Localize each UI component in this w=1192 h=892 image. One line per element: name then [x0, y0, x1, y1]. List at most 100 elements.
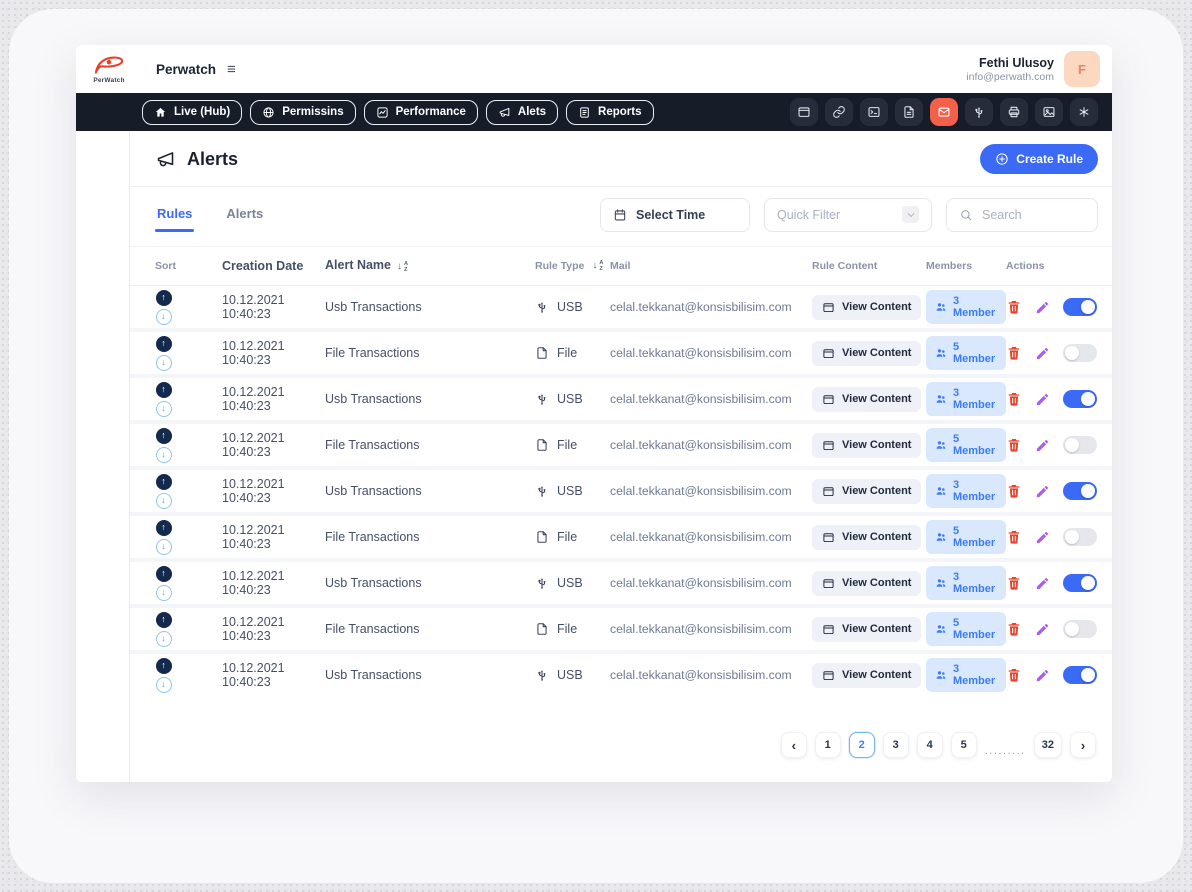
view-content-button[interactable]: View Content	[812, 341, 921, 366]
delete-button[interactable]	[1006, 575, 1022, 591]
navbar-button-window-icon[interactable]	[790, 98, 818, 126]
move-down-button[interactable]: ↓	[156, 493, 172, 509]
sort-az-icon[interactable]: ↓AZ	[592, 260, 603, 272]
delete-button[interactable]	[1006, 483, 1022, 499]
sort-az-icon[interactable]: ↓AZ	[397, 261, 408, 273]
move-down-button[interactable]: ↓	[156, 309, 172, 325]
delete-button[interactable]	[1006, 437, 1022, 453]
select-time-button[interactable]: Select Time	[600, 198, 750, 232]
members-badge[interactable]: 5 Member	[926, 336, 1006, 370]
menu-hamburger-icon[interactable]: ≡	[227, 62, 236, 77]
avatar[interactable]: F	[1064, 51, 1100, 87]
enable-toggle[interactable]	[1063, 620, 1097, 638]
delete-button[interactable]	[1006, 621, 1022, 637]
enable-toggle[interactable]	[1063, 666, 1097, 684]
move-down-button[interactable]: ↓	[156, 631, 172, 647]
view-content-button[interactable]: View Content	[812, 617, 921, 642]
search-input[interactable]	[982, 208, 1085, 222]
move-up-button[interactable]: ↑	[156, 336, 172, 352]
chevron-down-icon[interactable]	[902, 206, 919, 223]
move-up-button[interactable]: ↑	[156, 428, 172, 444]
navbar-tab-permissins[interactable]: Permissins	[250, 100, 355, 125]
delete-button[interactable]	[1006, 667, 1022, 683]
members-badge[interactable]: 3 Member	[926, 382, 1006, 416]
pagination-page-1[interactable]: 1	[815, 732, 841, 758]
search-field[interactable]	[946, 198, 1098, 232]
view-content-button[interactable]: View Content	[812, 525, 921, 550]
navbar-button-mail-icon[interactable]	[930, 98, 958, 126]
move-up-button[interactable]: ↑	[156, 290, 172, 306]
edit-button[interactable]	[1035, 622, 1050, 637]
create-rule-button[interactable]: Create Rule	[980, 144, 1098, 174]
view-content-button[interactable]: View Content	[812, 387, 921, 412]
move-up-button[interactable]: ↑	[156, 474, 172, 490]
pagination-page-32[interactable]: 32	[1034, 732, 1062, 758]
edit-button[interactable]	[1035, 576, 1050, 591]
move-down-button[interactable]: ↓	[156, 585, 172, 601]
members-badge[interactable]: 3 Member	[926, 474, 1006, 508]
members-badge[interactable]: 3 Member	[926, 566, 1006, 600]
move-down-button[interactable]: ↓	[156, 539, 172, 555]
navbar-button-image-icon[interactable]	[1035, 98, 1063, 126]
pagination-page-4[interactable]: 4	[917, 732, 943, 758]
pagination-page-5[interactable]: 5	[951, 732, 977, 758]
navbar-tab-performance[interactable]: Performance	[364, 100, 478, 125]
delete-button[interactable]	[1006, 299, 1022, 315]
view-content-button[interactable]: View Content	[812, 433, 921, 458]
edit-button[interactable]	[1035, 530, 1050, 545]
move-up-button[interactable]: ↑	[156, 520, 172, 536]
edit-button[interactable]	[1035, 300, 1050, 315]
members-badge[interactable]: 5 Member	[926, 612, 1006, 646]
tab-rules[interactable]: Rules	[155, 197, 194, 232]
move-down-button[interactable]: ↓	[156, 677, 172, 693]
pagination-next-button[interactable]: ›	[1070, 732, 1096, 758]
navbar-tab-reports[interactable]: Reports	[566, 100, 653, 125]
members-badge[interactable]: 3 Member	[926, 658, 1006, 692]
navbar-button-file-text-icon[interactable]	[895, 98, 923, 126]
enable-toggle[interactable]	[1063, 344, 1097, 362]
delete-button[interactable]	[1006, 345, 1022, 361]
navbar-button-terminal-icon[interactable]	[860, 98, 888, 126]
members-badge[interactable]: 3 Member	[926, 290, 1006, 324]
edit-button[interactable]	[1035, 484, 1050, 499]
enable-toggle[interactable]	[1063, 528, 1097, 546]
move-down-button[interactable]: ↓	[156, 447, 172, 463]
view-content-button[interactable]: View Content	[812, 479, 921, 504]
enable-toggle[interactable]	[1063, 390, 1097, 408]
members-badge[interactable]: 5 Member	[926, 520, 1006, 554]
navbar-tab-live-hub[interactable]: Live (Hub)	[142, 100, 242, 125]
enable-toggle[interactable]	[1063, 436, 1097, 454]
edit-button[interactable]	[1035, 438, 1050, 453]
move-down-button[interactable]: ↓	[156, 355, 172, 371]
edit-button[interactable]	[1035, 346, 1050, 361]
pagination-page-3[interactable]: 3	[883, 732, 909, 758]
navbar-tab-alets[interactable]: Alets	[486, 100, 558, 125]
move-up-button[interactable]: ↑	[156, 612, 172, 628]
quick-filter-select[interactable]: Quick Filter	[764, 198, 932, 232]
navbar-button-asterisk-icon[interactable]	[1070, 98, 1098, 126]
move-up-button[interactable]: ↑	[156, 382, 172, 398]
view-content-button[interactable]: View Content	[812, 295, 921, 320]
enable-toggle[interactable]	[1063, 298, 1097, 316]
move-down-button[interactable]: ↓	[156, 401, 172, 417]
move-up-button[interactable]: ↑	[156, 566, 172, 582]
view-content-button[interactable]: View Content	[812, 571, 921, 596]
delete-button[interactable]	[1006, 529, 1022, 545]
navbar-button-usb-icon[interactable]	[965, 98, 993, 126]
view-content-button[interactable]: View Content	[812, 663, 921, 688]
pagination-prev-button[interactable]: ‹	[781, 732, 807, 758]
delete-button[interactable]	[1006, 391, 1022, 407]
enable-toggle[interactable]	[1063, 574, 1097, 592]
navbar-button-link-icon[interactable]	[825, 98, 853, 126]
edit-button[interactable]	[1035, 392, 1050, 407]
pagination-page-2[interactable]: 2	[849, 732, 875, 758]
members-badge[interactable]: 5 Member	[926, 428, 1006, 462]
navbar-button-printer-icon[interactable]	[1000, 98, 1028, 126]
move-up-button[interactable]: ↑	[156, 658, 172, 674]
enable-toggle[interactable]	[1063, 482, 1097, 500]
tab-alerts[interactable]: Alerts	[224, 197, 265, 232]
perwatch-logo[interactable]: PerWatch	[86, 55, 132, 84]
edit-button[interactable]	[1035, 668, 1050, 683]
members-cell: 3 Member	[926, 566, 1006, 600]
file-icon	[535, 438, 549, 452]
